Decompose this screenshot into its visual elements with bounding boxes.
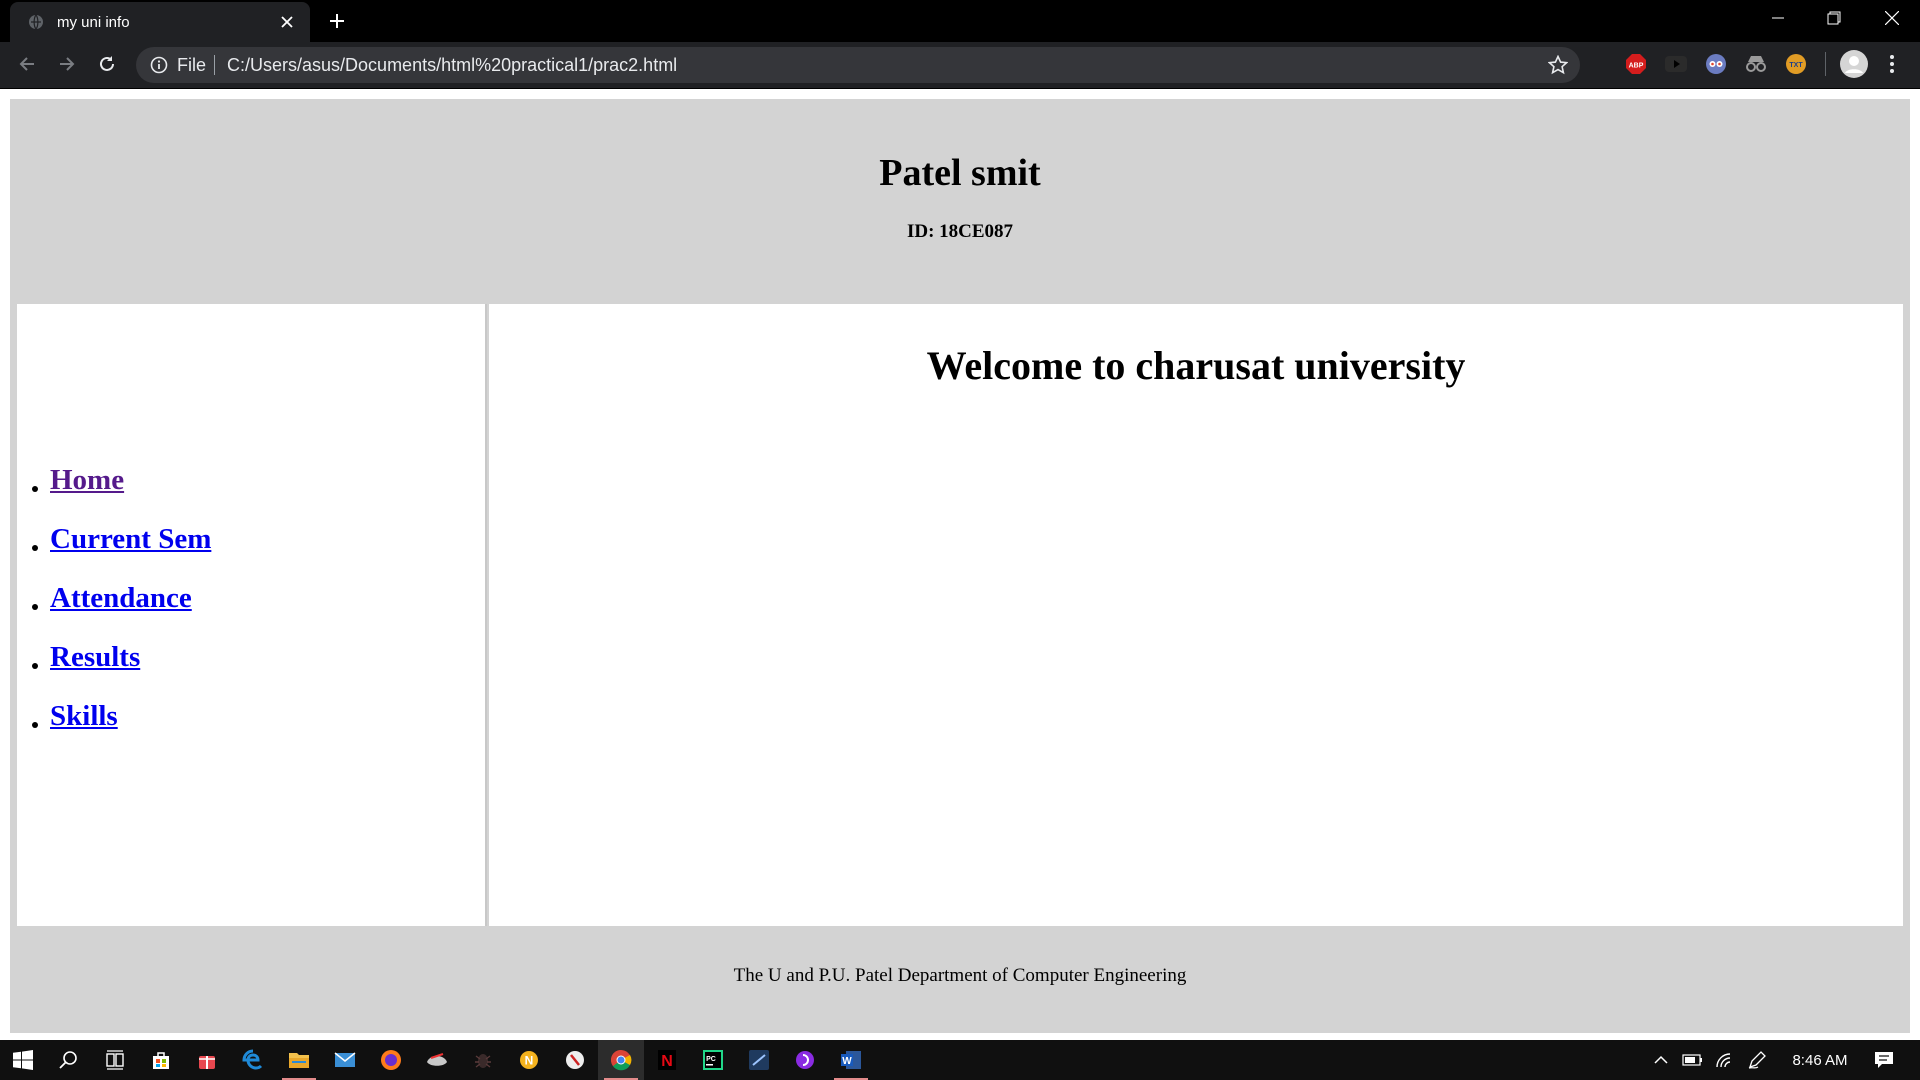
info-icon[interactable] <box>149 55 169 75</box>
compass-app-icon[interactable] <box>552 1040 598 1080</box>
wifi-icon[interactable] <box>1710 1040 1740 1080</box>
notifications-icon[interactable] <box>1864 1040 1904 1080</box>
chrome-icon[interactable] <box>598 1040 644 1080</box>
svg-text:N: N <box>661 1053 673 1070</box>
incognito-extension-icon[interactable] <box>1744 52 1768 76</box>
globe-icon <box>27 13 45 31</box>
windows-start-icon[interactable] <box>0 1040 46 1080</box>
close-window-button[interactable] <box>1864 0 1920 36</box>
page-header: Patel smit ID: 18CE087 <box>10 99 1910 304</box>
game-app-icon[interactable] <box>414 1040 460 1080</box>
browser-tab[interactable]: my uni info <box>10 2 310 42</box>
page-footer: The U and P.U. Patel Department of Compu… <box>10 929 1910 1033</box>
file-explorer-icon[interactable] <box>276 1040 322 1080</box>
clock[interactable]: 8:46 AM <box>1780 1040 1860 1080</box>
nav-link-skills[interactable]: Skills <box>50 700 118 732</box>
gift-app-icon[interactable] <box>184 1040 230 1080</box>
battery-icon[interactable] <box>1678 1040 1708 1080</box>
student-id: ID: 18CE087 <box>906 221 1014 242</box>
nav-item-skills: Skills <box>31 700 211 759</box>
reload-button[interactable] <box>90 49 124 83</box>
main-content: Welcome to charusat university <box>489 304 1903 926</box>
notes-app-icon[interactable] <box>736 1040 782 1080</box>
firefox-icon[interactable] <box>368 1040 414 1080</box>
welcome-heading: Welcome to charusat university <box>926 343 1466 388</box>
scheme-label: File <box>177 54 207 75</box>
youtube-extension-icon[interactable] <box>1664 52 1688 76</box>
nav-item-home: Home <box>31 464 211 523</box>
close-tab-icon[interactable] <box>272 7 302 37</box>
norton-app-icon[interactable]: N <box>506 1040 552 1080</box>
podcast-app-icon[interactable] <box>782 1040 828 1080</box>
profile-avatar-icon[interactable] <box>1838 48 1870 80</box>
scheme-divider <box>214 55 216 75</box>
bookmark-star-icon[interactable] <box>1546 53 1570 77</box>
nav-list: Home Current Sem Attendance Results Skil… <box>31 464 211 759</box>
forward-button[interactable] <box>50 49 84 83</box>
bug-app-icon[interactable] <box>460 1040 506 1080</box>
menu-kebab-icon[interactable] <box>1880 52 1904 76</box>
svg-text:PC: PC <box>706 1056 716 1063</box>
svg-text:ABP: ABP <box>1629 63 1644 70</box>
svg-text:N: N <box>525 1054 534 1068</box>
restore-button[interactable] <box>1806 0 1862 36</box>
pycharm-icon[interactable]: PC <box>690 1040 736 1080</box>
store-icon[interactable] <box>138 1040 184 1080</box>
nav-link-current-sem[interactable]: Current Sem <box>50 523 211 555</box>
nav-item-attendance: Attendance <box>31 582 211 641</box>
mail-icon[interactable] <box>322 1040 368 1080</box>
toolbar-separator <box>1825 52 1826 76</box>
task-view-icon[interactable] <box>92 1040 138 1080</box>
nav-link-results[interactable]: Results <box>50 641 140 673</box>
netflix-icon[interactable]: N <box>644 1040 690 1080</box>
minimize-button[interactable] <box>1750 0 1806 36</box>
footer-text: The U and P.U. Patel Department of Compu… <box>733 965 1187 986</box>
content-row: Home Current Sem Attendance Results Skil… <box>10 304 1910 929</box>
svg-text:W: W <box>842 1056 852 1067</box>
edge-icon[interactable] <box>230 1040 276 1080</box>
nav-link-attendance[interactable]: Attendance <box>50 582 192 614</box>
nav-item-current-sem: Current Sem <box>31 523 211 582</box>
word-icon[interactable]: W <box>828 1040 874 1080</box>
tab-title: my uni info <box>57 13 130 31</box>
chevron-up-icon[interactable] <box>1648 1040 1674 1080</box>
back-button[interactable] <box>10 49 44 83</box>
text-extension-icon[interactable]: TXT <box>1784 52 1808 76</box>
arrow-right-icon <box>58 55 76 78</box>
adblock-plus-icon[interactable]: ABP <box>1624 52 1648 76</box>
nav-item-results: Results <box>31 641 211 700</box>
reload-icon <box>98 55 116 78</box>
address-bar[interactable]: File C:/Users/asus/Documents/html%20prac… <box>136 47 1580 83</box>
arrow-left-icon <box>18 55 36 78</box>
pen-icon[interactable] <box>1742 1040 1772 1080</box>
browser-tab-strip: my uni info <box>0 0 1920 42</box>
sidebar: Home Current Sem Attendance Results Skil… <box>17 304 487 926</box>
search-icon[interactable] <box>46 1040 92 1080</box>
svg-text:TXT: TXT <box>1789 62 1803 69</box>
new-tab-button[interactable] <box>322 6 352 36</box>
url-text[interactable]: C:/Users/asus/Documents/html%20practical… <box>227 55 1546 76</box>
nav-link-home[interactable]: Home <box>50 464 124 496</box>
student-name: Patel smit <box>879 152 1041 194</box>
owl-extension-icon[interactable] <box>1704 52 1728 76</box>
taskbar: N N PC W 8:46 AM <box>0 1040 1920 1080</box>
page-viewport: Patel smit ID: 18CE087 Home Current Sem … <box>0 89 1920 1043</box>
